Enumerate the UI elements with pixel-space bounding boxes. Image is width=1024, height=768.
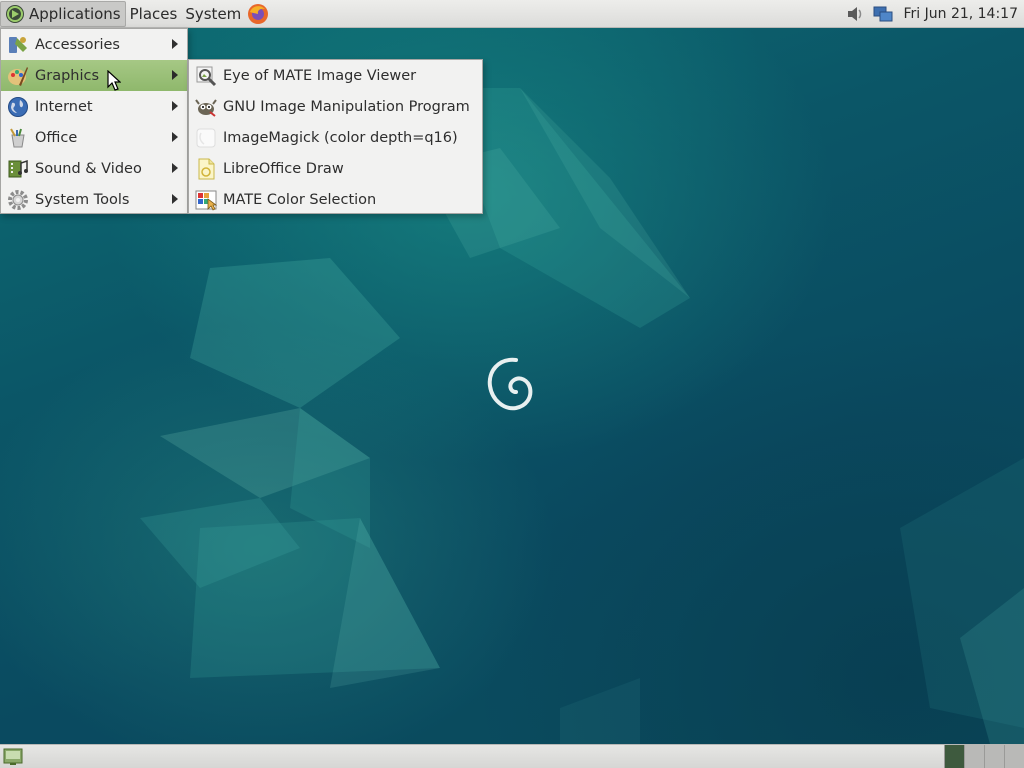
submenu-arrow-icon	[172, 39, 178, 49]
firefox-icon[interactable]	[247, 3, 269, 25]
network-icon[interactable]	[873, 4, 893, 24]
bottom-panel	[0, 744, 1024, 768]
applications-menu-label: Applications	[29, 4, 121, 23]
menu-item-system-tools[interactable]: System Tools	[1, 184, 187, 215]
menu-item-label: Office	[35, 129, 78, 146]
gimp-icon	[195, 98, 217, 117]
workspace-3[interactable]	[984, 745, 1004, 768]
clock[interactable]: Fri Jun 21, 14:17	[903, 6, 1018, 22]
mouse-pointer-icon	[107, 70, 121, 91]
menu-item-label: MATE Color Selection	[223, 191, 377, 208]
system-tools-gear-icon	[8, 189, 28, 210]
workspace-4[interactable]	[1004, 745, 1024, 768]
image-viewer-icon	[196, 66, 217, 86]
menu-item-label: ImageMagick (color depth=q16)	[223, 129, 458, 146]
menu-item-office[interactable]: Office	[1, 122, 187, 153]
menu-item-libreoffice-draw[interactable]: LibreOffice Draw	[189, 153, 482, 184]
system-menu-button[interactable]: System	[181, 0, 245, 28]
submenu-arrow-icon	[172, 70, 178, 80]
menu-item-label: GNU Image Manipulation Program	[223, 98, 470, 115]
submenu-arrow-icon	[172, 163, 178, 173]
panel-tray: Fri Jun 21, 14:17	[845, 0, 1018, 28]
menu-item-label: Graphics	[35, 67, 100, 84]
internet-globe-icon	[8, 96, 28, 117]
menu-item-graphics[interactable]: Graphics	[1, 60, 187, 91]
workspace-2[interactable]	[964, 745, 984, 768]
mate-logo-icon	[6, 4, 24, 23]
applications-menu-button[interactable]: Applications	[0, 0, 126, 27]
graphics-icon	[8, 66, 28, 86]
places-menu-button[interactable]: Places	[126, 0, 182, 28]
menu-item-gimp[interactable]: GNU Image Manipulation Program	[189, 91, 482, 122]
debian-swirl-logo	[487, 357, 533, 411]
menu-item-mate-color-selection[interactable]: MATE Color Selection	[189, 184, 482, 215]
submenu-arrow-icon	[172, 132, 178, 142]
color-selection-icon	[195, 190, 217, 211]
workspace-switcher	[944, 745, 1024, 768]
menu-item-sound-video[interactable]: Sound & Video	[1, 153, 187, 184]
office-icon	[10, 128, 25, 147]
menu-item-label: Eye of MATE Image Viewer	[223, 67, 417, 84]
sound-video-icon	[8, 159, 28, 177]
applications-menu: Accessories Graphics Internet Office Sou…	[0, 28, 188, 214]
menu-item-label: Accessories	[35, 36, 120, 53]
menu-item-internet[interactable]: Internet	[1, 91, 187, 122]
volume-icon[interactable]	[845, 4, 865, 24]
submenu-arrow-icon	[172, 194, 178, 204]
system-menu-label: System	[185, 4, 242, 23]
menu-item-label: LibreOffice Draw	[223, 160, 344, 177]
menu-item-imagemagick[interactable]: ImageMagick (color depth=q16)	[189, 122, 482, 153]
menu-item-label: Internet	[35, 98, 93, 115]
graphics-submenu: Eye of MATE Image Viewer GNU Image Manip…	[188, 59, 483, 214]
show-desktop-icon[interactable]	[3, 748, 23, 765]
menu-item-eye-of-mate[interactable]: Eye of MATE Image Viewer	[189, 60, 482, 91]
libreoffice-draw-icon	[198, 158, 215, 179]
places-menu-label: Places	[129, 4, 178, 23]
menu-item-accessories[interactable]: Accessories	[1, 29, 187, 60]
menu-item-label: System Tools	[35, 191, 130, 208]
accessories-icon	[9, 36, 27, 53]
workspace-1[interactable]	[944, 745, 964, 768]
menu-item-label: Sound & Video	[35, 160, 142, 177]
submenu-arrow-icon	[172, 101, 178, 111]
top-panel: Applications Places System Fri Jun 21, 1…	[0, 0, 1024, 28]
imagemagick-icon	[196, 128, 216, 147]
